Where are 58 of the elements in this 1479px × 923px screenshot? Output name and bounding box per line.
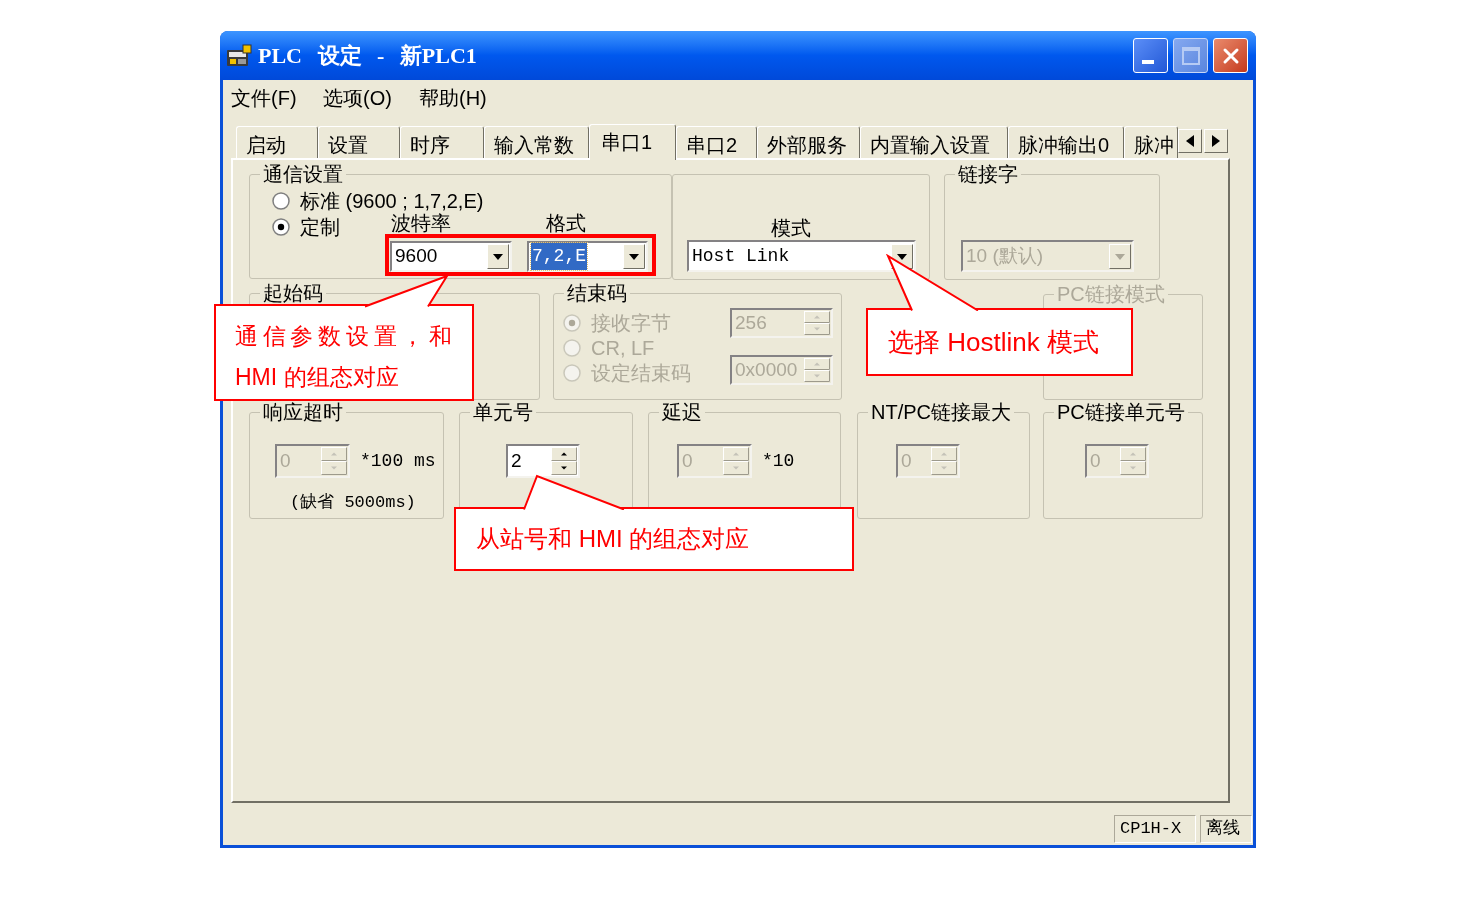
group-label: 链接字	[957, 163, 1019, 185]
maximize-icon	[1181, 46, 1200, 65]
tab-scroll-left-button[interactable]	[1178, 129, 1202, 153]
right-triangle-icon	[1212, 135, 1220, 147]
field-label: 格式	[546, 212, 586, 234]
tab[interactable]: 输入常数	[484, 126, 589, 158]
tab-scroll-right-button[interactable]	[1204, 129, 1228, 153]
window-title: PLC 设定 - 新PLC1	[258, 42, 477, 69]
group-label: 通信设置	[262, 163, 344, 185]
group-label: 起始码	[262, 282, 324, 304]
unit-label: *10	[762, 451, 795, 471]
spin-arrows-icon	[551, 447, 577, 475]
status-field: 离线	[1200, 815, 1252, 843]
unit-label: *100 ms	[360, 451, 436, 471]
dropdown-arrow-icon	[1109, 243, 1131, 269]
spin-arrows-icon	[321, 447, 347, 475]
tab[interactable]: 脉冲输出0	[1008, 126, 1124, 158]
left-triangle-icon	[1186, 135, 1194, 147]
spin-arrows-icon	[1120, 447, 1146, 475]
mode-combo[interactable]: Host Link	[687, 240, 916, 272]
baud-rate-combo[interactable]: 9600	[390, 241, 512, 272]
spin-arrows-icon	[804, 311, 830, 335]
field-label: 波特率	[391, 212, 451, 234]
number-spinner[interactable]: 2	[506, 444, 580, 478]
format-combo[interactable]: 7,2,E	[527, 241, 648, 272]
spin-arrows-icon	[804, 358, 830, 382]
group-label: PC链接模式	[1056, 283, 1166, 305]
spin-arrows-icon	[723, 447, 749, 475]
tab[interactable]: 脉冲	[1124, 126, 1178, 158]
radio-option[interactable]: 标准 (9600 ; 1,7,2,E)	[272, 189, 671, 213]
tab[interactable]: 时序	[400, 126, 484, 158]
tab[interactable]: 串口2	[676, 126, 757, 158]
dropdown-arrow-icon	[487, 244, 509, 269]
app-icon	[226, 42, 252, 69]
status-field: CP1H-X	[1114, 815, 1196, 843]
spin-arrows-icon	[931, 447, 957, 475]
tab[interactable]: 启动	[236, 126, 318, 158]
menu-item[interactable]: 帮助(H)	[413, 83, 497, 113]
group-label: 结束码	[566, 282, 628, 304]
group-label: 响应超时	[262, 401, 344, 423]
tab[interactable]: 内置输入设置	[860, 126, 1008, 158]
group-label: 延迟	[661, 401, 703, 423]
close-button[interactable]	[1213, 38, 1248, 73]
minimize-icon	[1142, 60, 1154, 64]
close-icon	[1221, 46, 1240, 65]
dropdown-arrow-icon	[623, 244, 645, 269]
menu-item[interactable]: 选项(O)	[317, 83, 413, 113]
group-label: PC链接单元号	[1056, 401, 1186, 423]
tab[interactable]: 外部服务	[757, 126, 860, 158]
radio-option[interactable]: 定制	[272, 215, 390, 239]
hint-text: (缺省 5000ms)	[290, 492, 416, 514]
minimize-button[interactable]	[1133, 38, 1168, 73]
group-label: NT/PC链接最大	[870, 401, 1012, 423]
menu-item[interactable]: 文件(F)	[225, 83, 317, 113]
group-label: 单元号	[472, 401, 534, 423]
tab[interactable]: 串口1	[589, 124, 676, 160]
field-label: 模式	[771, 217, 811, 239]
tab[interactable]: 设置	[318, 126, 400, 158]
